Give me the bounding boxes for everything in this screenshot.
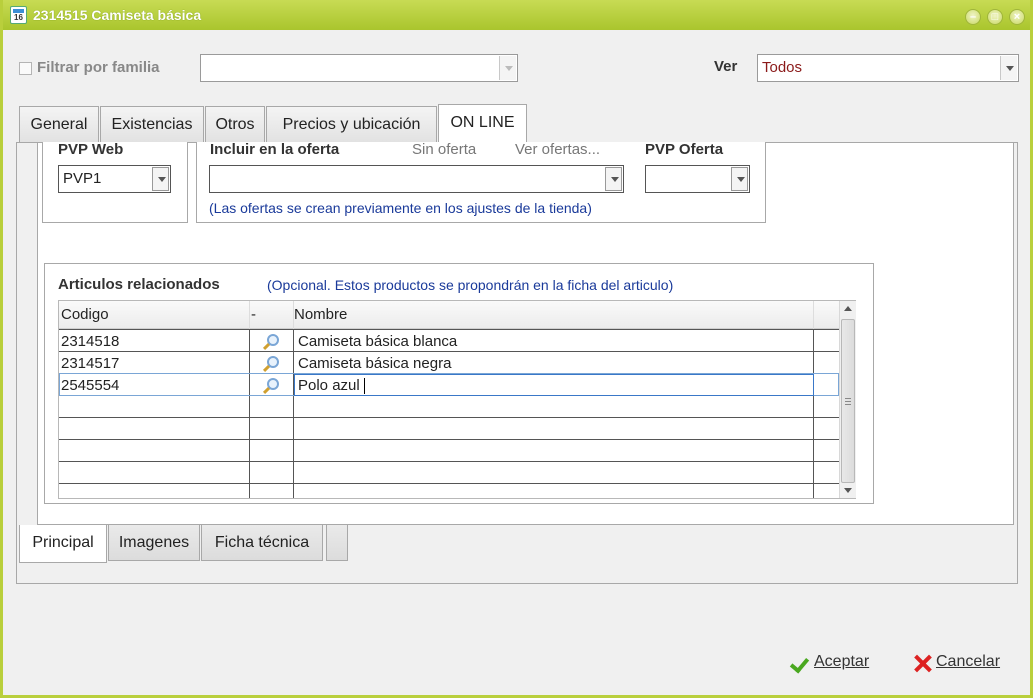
check-icon[interactable] — [792, 653, 810, 669]
filter-bar: Filtrar por familia Ver Todos — [19, 54, 1019, 84]
incluir-oferta-label: Incluir en la oferta — [210, 141, 340, 158]
close-button[interactable]: × — [1009, 9, 1025, 25]
tab-general[interactable]: General — [19, 106, 99, 142]
text-cursor — [364, 378, 365, 394]
tab-imagenes[interactable]: Imagenes — [108, 525, 200, 561]
tab-existencias[interactable]: Existencias — [100, 106, 204, 142]
minimize-button[interactable]: – — [965, 9, 981, 25]
filtrar-familia-checkbox[interactable] — [19, 62, 32, 75]
scroll-up-icon[interactable] — [844, 306, 852, 311]
chevron-down-icon[interactable] — [152, 167, 169, 191]
table-row-codigo[interactable]: 2314517 — [61, 355, 119, 372]
tab-principal[interactable]: Principal — [19, 525, 107, 563]
tab-empty[interactable] — [326, 525, 348, 561]
chevron-down-icon[interactable] — [499, 56, 516, 80]
oferta-select[interactable] — [209, 165, 624, 193]
search-icon[interactable] — [267, 334, 279, 346]
ver-ofertas-link[interactable]: Ver ofertas... — [515, 141, 600, 158]
pvp-oferta-label: PVP Oferta — [645, 141, 724, 158]
cancel-icon[interactable] — [912, 653, 932, 673]
pvp-oferta-select[interactable] — [645, 165, 750, 193]
window-title: 2314515 Camiseta básica — [33, 7, 202, 23]
tab-ficha-tecnica[interactable]: Ficha técnica — [201, 525, 323, 561]
related-articles-title: Articulos relacionados — [58, 276, 220, 293]
chevron-down-icon[interactable] — [605, 167, 622, 191]
table-row-codigo[interactable]: 2314518 — [61, 333, 119, 350]
search-icon[interactable] — [267, 356, 279, 368]
tab-otros[interactable]: Otros — [205, 106, 265, 142]
tab-precios-ubicacion[interactable]: Precios y ubicación — [266, 106, 437, 142]
scrollbar-thumb[interactable] — [841, 319, 855, 483]
related-articles-note: (Opcional. Estos productos se propondrán… — [267, 277, 674, 293]
scroll-down-icon[interactable] — [844, 488, 852, 493]
nombre-edit-input[interactable]: Polo azul — [294, 374, 814, 396]
related-articles-grid[interactable]: Codigo - Nombre 2314518 Camiseta básica … — [58, 300, 856, 499]
table-row-codigo[interactable]: 2545554 — [61, 377, 119, 394]
col-header-sep[interactable]: - — [251, 306, 256, 323]
pvp-web-select[interactable]: PVP1 — [58, 165, 171, 193]
grid-header: Codigo - Nombre — [59, 301, 839, 329]
pvp-web-label: PVP Web — [58, 141, 124, 158]
calendar-icon: 16 — [10, 6, 27, 24]
chevron-down-icon[interactable] — [731, 167, 748, 191]
familia-select[interactable] — [200, 54, 518, 82]
accept-button[interactable]: Aceptar — [814, 653, 869, 671]
chevron-down-icon[interactable] — [1000, 56, 1017, 80]
cancel-button[interactable]: Cancelar — [936, 653, 1000, 671]
ver-select[interactable]: Todos — [757, 54, 1019, 82]
table-row-nombre[interactable]: Camiseta básica negra — [298, 355, 451, 372]
ver-label: Ver — [714, 58, 738, 75]
filtrar-familia-label: Filtrar por familia — [37, 59, 160, 76]
sin-oferta-link[interactable]: Sin oferta — [412, 141, 476, 158]
ofertas-note: (Las ofertas se crean previamente en los… — [209, 200, 592, 216]
col-header-nombre[interactable]: Nombre — [294, 306, 347, 323]
grid-vertical-scrollbar[interactable] — [839, 301, 856, 498]
tab-on-line[interactable]: ON LINE — [438, 104, 527, 142]
search-icon[interactable] — [267, 378, 279, 390]
maximize-button[interactable]: □ — [987, 9, 1003, 25]
table-row-nombre[interactable]: Camiseta básica blanca — [298, 333, 457, 350]
title-bar[interactable]: 16 2314515 Camiseta básica – □ × — [3, 0, 1030, 30]
col-header-codigo[interactable]: Codigo — [61, 306, 109, 323]
